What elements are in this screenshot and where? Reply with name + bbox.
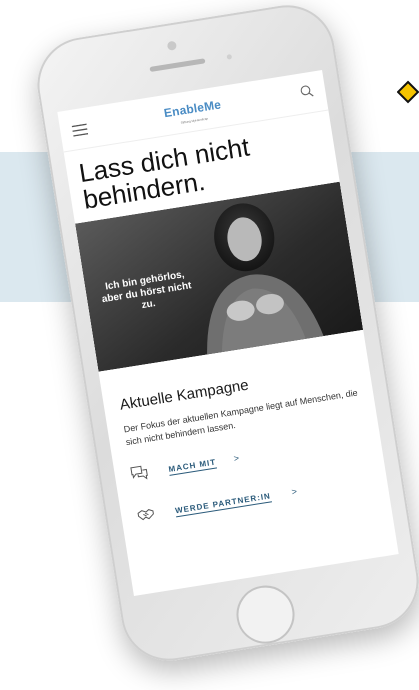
search-icon[interactable] (299, 84, 314, 99)
hero-campaign-image[interactable]: Ich bin gehörlos, aber du hörst nicht zu… (75, 181, 364, 372)
handshake-icon (137, 509, 154, 521)
phone-mockup: EnableMe Stiftung MyHandicap Lass dich n… (30, 0, 419, 668)
phone-home-button[interactable] (232, 581, 299, 648)
phone-sensor (226, 54, 233, 60)
phone-camera (166, 40, 178, 51)
hero-photo (75, 181, 364, 372)
diamond-badge-icon (397, 80, 419, 104)
werde-partner-link[interactable]: WERDE PARTNER:IN (174, 491, 272, 518)
phone-screen: EnableMe Stiftung MyHandicap Lass dich n… (57, 70, 399, 596)
werde-partner-arrow: > (290, 486, 298, 497)
phone-speaker (149, 58, 206, 72)
mach-mit-link[interactable]: MACH MIT (167, 457, 218, 476)
chat-bubbles-icon (130, 465, 148, 480)
mach-mit-arrow: > (232, 452, 240, 464)
